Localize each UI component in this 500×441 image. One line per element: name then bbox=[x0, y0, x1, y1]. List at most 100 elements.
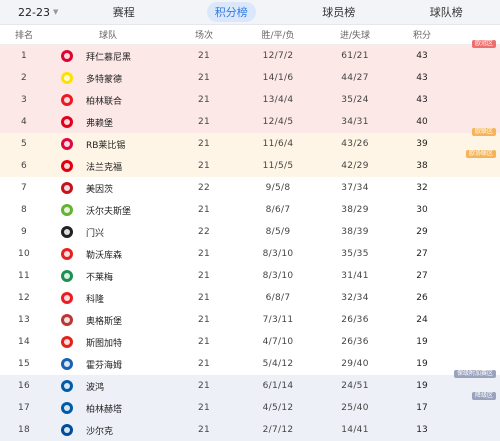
team-name[interactable]: RB莱比锡 bbox=[86, 138, 168, 151]
team-name[interactable]: 霍芬海姆 bbox=[86, 358, 168, 371]
team-played: 21 bbox=[168, 403, 240, 413]
team-points: 30 bbox=[394, 205, 450, 215]
team-points: 19 bbox=[394, 359, 450, 369]
frankfurt-logo-icon bbox=[58, 159, 76, 173]
team-goals: 29/40 bbox=[316, 359, 394, 369]
table-row[interactable]: 8沃尔夫斯堡218/6/738/2930 bbox=[0, 199, 500, 221]
team-name[interactable]: 拜仁慕尼黑 bbox=[86, 50, 168, 63]
team-played: 21 bbox=[168, 425, 240, 435]
team-wdl: 7/3/11 bbox=[240, 315, 316, 325]
table-row[interactable]: 3柏林联合2113/4/435/2443 bbox=[0, 89, 500, 111]
tab-label: 球队榜 bbox=[430, 4, 463, 20]
team-name[interactable]: 波鸿 bbox=[86, 380, 168, 393]
team-logo-cell bbox=[48, 401, 86, 415]
team-goals: 38/39 bbox=[316, 227, 394, 237]
team-goals: 37/34 bbox=[316, 183, 394, 193]
team-played: 21 bbox=[168, 249, 240, 259]
table-row[interactable]: 17柏林赫塔214/5/1225/4017降级区 bbox=[0, 397, 500, 419]
header-points: 积分 bbox=[394, 28, 450, 41]
team-played: 21 bbox=[168, 161, 240, 171]
team-played: 21 bbox=[168, 359, 240, 369]
season-selector[interactable]: 22-23 ▼ bbox=[0, 6, 70, 19]
tab-label: 积分榜 bbox=[207, 2, 256, 22]
table-row[interactable]: 14斯图加特214/7/1026/3619 bbox=[0, 331, 500, 353]
table-header: 排名 球队 场次 胜/平/负 进/失球 积分 bbox=[0, 25, 500, 45]
team-goals: 32/34 bbox=[316, 293, 394, 303]
table-row[interactable]: 6法兰克福2111/5/542/2938欧协联区 bbox=[0, 155, 500, 177]
team-wdl: 8/3/10 bbox=[240, 249, 316, 259]
koln-logo-icon bbox=[58, 291, 76, 305]
team-rank: 18 bbox=[0, 425, 48, 435]
team-name[interactable]: 柏林赫塔 bbox=[86, 402, 168, 415]
table-row[interactable]: 7美因茨229/5/837/3432 bbox=[0, 177, 500, 199]
stuttgart-logo-icon bbox=[58, 335, 76, 349]
table-row[interactable]: 4弗赖堡2112/4/534/3140 bbox=[0, 111, 500, 133]
table-row[interactable]: 9门兴228/5/938/3929 bbox=[0, 221, 500, 243]
tab-standings[interactable]: 积分榜 bbox=[178, 0, 286, 24]
mainz-logo-icon bbox=[58, 181, 76, 195]
team-points: 26 bbox=[394, 293, 450, 303]
team-goals: 34/31 bbox=[316, 117, 394, 127]
team-rank: 16 bbox=[0, 381, 48, 391]
team-name[interactable]: 斯图加特 bbox=[86, 336, 168, 349]
team-name[interactable]: 美因茨 bbox=[86, 182, 168, 195]
freiburg-logo-icon bbox=[58, 115, 76, 129]
team-name[interactable]: 沙尔克 bbox=[86, 424, 168, 437]
tab-schedule[interactable]: 赛程 bbox=[70, 0, 178, 24]
table-row[interactable]: 11不莱梅218/3/1031/4127 bbox=[0, 265, 500, 287]
team-played: 21 bbox=[168, 271, 240, 281]
team-played: 22 bbox=[168, 183, 240, 193]
union-berlin-logo-icon bbox=[58, 93, 76, 107]
team-rank: 1 bbox=[0, 51, 48, 61]
team-rank: 11 bbox=[0, 271, 48, 281]
header-played: 场次 bbox=[168, 28, 240, 41]
table-row[interactable]: 16波鸿216/1/1424/5119保级附加赛区 bbox=[0, 375, 500, 397]
team-name[interactable]: 多特蒙德 bbox=[86, 72, 168, 85]
zone-badge: 欧冠区 bbox=[472, 40, 496, 48]
team-goals: 35/24 bbox=[316, 95, 394, 105]
team-rank: 8 bbox=[0, 205, 48, 215]
standings-table: 1拜仁慕尼黑2112/7/261/2143欧冠区2多特蒙德2114/1/644/… bbox=[0, 45, 500, 441]
table-row[interactable]: 15霍芬海姆215/4/1229/4019 bbox=[0, 353, 500, 375]
team-goals: 35/35 bbox=[316, 249, 394, 259]
team-logo-cell bbox=[48, 159, 86, 173]
team-name[interactable]: 沃尔夫斯堡 bbox=[86, 204, 168, 217]
team-name[interactable]: 法兰克福 bbox=[86, 160, 168, 173]
team-wdl: 11/6/4 bbox=[240, 139, 316, 149]
team-played: 21 bbox=[168, 315, 240, 325]
tab-bar: 赛程 积分榜 球员榜 球队榜 bbox=[70, 0, 500, 24]
team-points: 29 bbox=[394, 227, 450, 237]
team-name[interactable]: 科隆 bbox=[86, 292, 168, 305]
team-wdl: 13/4/4 bbox=[240, 95, 316, 105]
table-row[interactable]: 12科隆216/8/732/3426 bbox=[0, 287, 500, 309]
team-name[interactable]: 奥格斯堡 bbox=[86, 314, 168, 327]
team-logo-cell bbox=[48, 379, 86, 393]
team-logo-cell bbox=[48, 313, 86, 327]
team-points: 24 bbox=[394, 315, 450, 325]
team-wdl: 8/5/9 bbox=[240, 227, 316, 237]
team-played: 21 bbox=[168, 205, 240, 215]
hoffenheim-logo-icon bbox=[58, 357, 76, 371]
team-logo-cell bbox=[48, 137, 86, 151]
team-name[interactable]: 弗赖堡 bbox=[86, 116, 168, 129]
team-rank: 10 bbox=[0, 249, 48, 259]
team-name[interactable]: 门兴 bbox=[86, 226, 168, 239]
table-row[interactable]: 10勒沃库森218/3/1035/3527 bbox=[0, 243, 500, 265]
team-name[interactable]: 勒沃库森 bbox=[86, 248, 168, 261]
tab-player-rankings[interactable]: 球员榜 bbox=[285, 0, 393, 24]
team-name[interactable]: 不莱梅 bbox=[86, 270, 168, 283]
table-row[interactable]: 18沙尔克212/7/1214/4113 bbox=[0, 419, 500, 441]
season-label: 22-23 bbox=[18, 6, 50, 19]
team-name[interactable]: 柏林联合 bbox=[86, 94, 168, 107]
table-row[interactable]: 2多特蒙德2114/1/644/2743 bbox=[0, 67, 500, 89]
team-wdl: 12/4/5 bbox=[240, 117, 316, 127]
team-wdl: 6/1/14 bbox=[240, 381, 316, 391]
table-row[interactable]: 13奥格斯堡217/3/1126/3624 bbox=[0, 309, 500, 331]
leverkusen-logo-icon bbox=[58, 247, 76, 261]
team-rank: 17 bbox=[0, 403, 48, 413]
table-row[interactable]: 5RB莱比锡2111/6/443/2639欧联区 bbox=[0, 133, 500, 155]
table-row[interactable]: 1拜仁慕尼黑2112/7/261/2143欧冠区 bbox=[0, 45, 500, 67]
team-goals: 26/36 bbox=[316, 337, 394, 347]
tab-team-rankings[interactable]: 球队榜 bbox=[393, 0, 500, 24]
team-points: 19 bbox=[394, 337, 450, 347]
